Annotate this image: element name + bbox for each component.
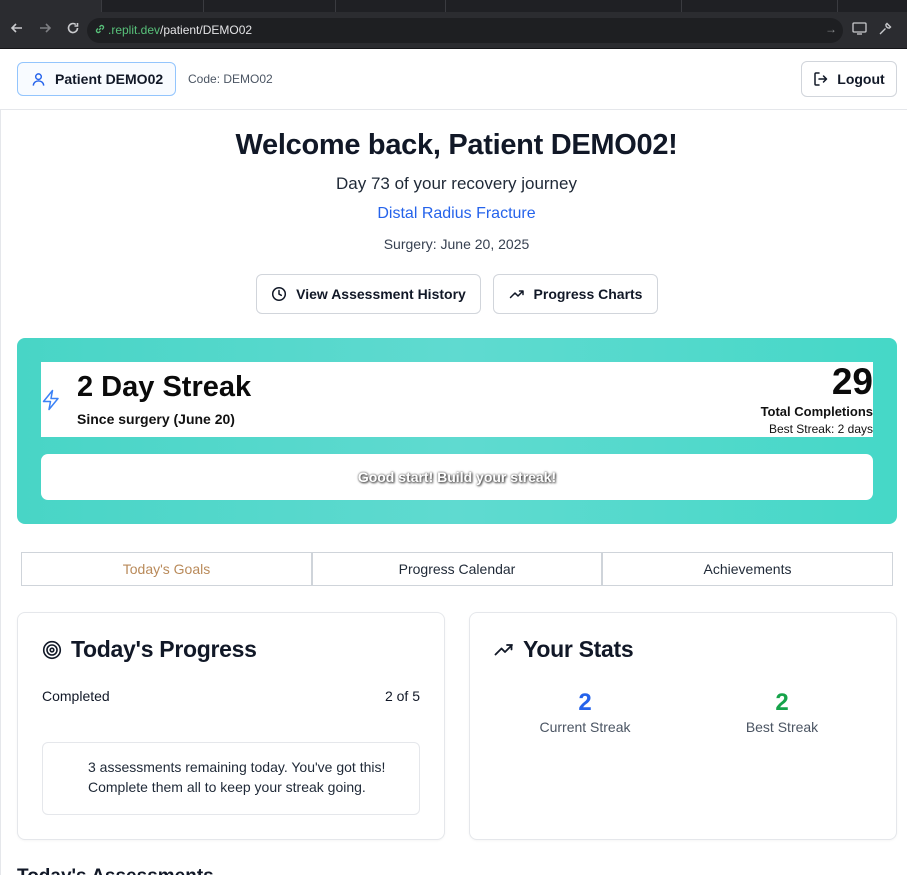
welcome-section: Welcome back, Patient DEMO02! bbox=[0, 126, 907, 164]
total-completions-label: Total Completions bbox=[760, 404, 873, 419]
stats-card-header: Your Stats bbox=[494, 636, 634, 663]
progress-charts-label: Progress Charts bbox=[533, 286, 643, 302]
remaining-assessments-note: 3 assessments remaining today. You've go… bbox=[42, 742, 420, 815]
app-header: Patient DEMO02 Code: DEMO02 Logout bbox=[0, 49, 907, 110]
browser-tab[interactable] bbox=[204, 0, 336, 12]
patient-badge[interactable]: Patient DEMO02 bbox=[17, 62, 176, 96]
tab-progress-calendar[interactable]: Progress Calendar bbox=[312, 552, 602, 586]
clock-icon bbox=[272, 286, 287, 302]
logout-label: Logout bbox=[837, 71, 885, 87]
browser-toolbar: .replit.dev/patient/DEMO02 → bbox=[0, 12, 907, 49]
lightning-icon bbox=[42, 389, 59, 411]
user-icon bbox=[32, 72, 45, 86]
tab-todays-goals[interactable]: Today's Goals bbox=[21, 552, 312, 586]
browser-tab-active[interactable] bbox=[0, 0, 102, 12]
injury-name: Distal Radius Fracture bbox=[377, 205, 536, 222]
trending-up-icon bbox=[494, 643, 513, 655]
stats-card-title: Your Stats bbox=[523, 636, 634, 662]
logout-icon bbox=[814, 72, 828, 86]
total-completions-number: 29 bbox=[831, 361, 873, 402]
address-bar[interactable]: .replit.dev/patient/DEMO02 → bbox=[87, 18, 843, 43]
target-icon bbox=[42, 640, 62, 659]
go-arrow-icon[interactable]: → bbox=[825, 22, 837, 36]
page-border bbox=[0, 110, 1, 875]
url-text: .replit.dev/patient/DEMO02 bbox=[108, 23, 253, 37]
tab-achievements[interactable]: Achievements bbox=[602, 552, 893, 586]
patient-label: Patient DEMO02 bbox=[55, 71, 164, 87]
streak-card: 2 Day Streak Since surgery (June 20) 29 … bbox=[17, 338, 897, 524]
encouragement-banner: Good start! Build your streak! bbox=[41, 454, 873, 500]
view-history-button[interactable]: View Assessment History bbox=[256, 274, 481, 314]
todays-assessments-heading: Today's Assessments bbox=[17, 866, 214, 875]
progress-card-header: Today's Progress bbox=[42, 636, 257, 663]
logout-button[interactable]: Logout bbox=[801, 61, 897, 97]
link-icon bbox=[94, 23, 108, 37]
view-history-label: View Assessment History bbox=[296, 286, 466, 302]
browser-tab-strip bbox=[0, 0, 907, 12]
streak-title: 2 Day Streak bbox=[77, 371, 252, 403]
reload-icon[interactable] bbox=[64, 21, 82, 39]
trending-up-icon bbox=[509, 290, 524, 299]
best-streak-value: 2 bbox=[775, 689, 789, 716]
your-stats-card: Your Stats 2 Current Streak 2 Best Strea… bbox=[469, 612, 897, 840]
best-streak-label: Best Streak bbox=[745, 719, 819, 735]
best-streak-text: Best Streak: 2 days bbox=[768, 422, 873, 436]
forward-icon[interactable] bbox=[36, 21, 54, 39]
welcome-title: Welcome back, Patient DEMO02! bbox=[235, 129, 678, 161]
streak-subtitle: Since surgery (June 20) bbox=[77, 411, 235, 427]
browser-tab[interactable] bbox=[336, 0, 446, 12]
back-icon[interactable] bbox=[8, 21, 26, 39]
best-streak-stat: 2 Best Streak bbox=[672, 689, 892, 735]
current-streak-stat: 2 Current Streak bbox=[475, 689, 695, 735]
patient-code: Code: DEMO02 bbox=[188, 72, 273, 86]
browser-tab[interactable] bbox=[102, 0, 204, 12]
cast-icon[interactable] bbox=[851, 22, 867, 38]
recovery-day: Day 73 of your recovery journey bbox=[336, 174, 577, 193]
streak-summary: 2 Day Streak Since surgery (June 20) 29 … bbox=[41, 362, 873, 437]
completed-count: 2 of 5 bbox=[384, 688, 420, 704]
browser-tab[interactable] bbox=[682, 0, 838, 12]
surgery-date: Surgery: June 20, 2025 bbox=[383, 236, 530, 252]
wrench-icon[interactable] bbox=[877, 22, 893, 38]
current-streak-label: Current Streak bbox=[539, 719, 631, 735]
progress-card-title: Today's Progress bbox=[71, 636, 257, 662]
progress-charts-button[interactable]: Progress Charts bbox=[493, 274, 658, 314]
browser-tab[interactable] bbox=[446, 0, 682, 12]
current-streak-value: 2 bbox=[578, 689, 592, 716]
todays-progress-card: Today's Progress Completed 2 of 5 3 asse… bbox=[17, 612, 445, 840]
more-icon[interactable] bbox=[899, 22, 907, 38]
completed-label: Completed bbox=[42, 688, 110, 704]
